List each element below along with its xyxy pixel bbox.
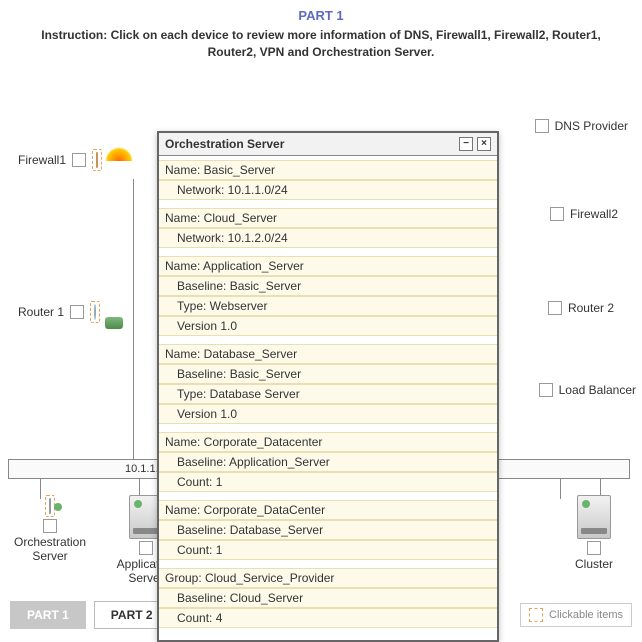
router1-icon-wrap[interactable]	[90, 301, 100, 323]
router2-label: Router 2	[568, 301, 614, 315]
popup-title-text: Orchestration Server	[165, 137, 284, 151]
firewall-icon	[96, 152, 98, 168]
firewall2-checkbox[interactable]	[550, 207, 564, 221]
server-icon	[49, 498, 51, 514]
popup-row: Count: 1	[159, 472, 497, 492]
popup-row-title: Group: Cloud_Service_Provider	[159, 568, 497, 588]
firewall1-checkbox[interactable]	[72, 153, 86, 167]
popup-body: Name: Basic_ServerNetwork: 10.1.1.0/24 Na…	[159, 156, 497, 640]
legend-label: Clickable items	[549, 609, 623, 621]
instruction-text: Instruction: Click on each device to rev…	[0, 23, 642, 69]
device-loadbalancer[interactable]: Load Balancer	[539, 383, 636, 397]
popup-row: Baseline: Database_Server	[159, 520, 497, 540]
popup-row: Baseline: Application_Server	[159, 452, 497, 472]
popup-row: Version 1.0	[159, 316, 497, 336]
popup-row: Baseline: Basic_Server	[159, 364, 497, 384]
firewall1-icon-wrap[interactable]	[92, 149, 102, 171]
popup-row: Type: Database Server	[159, 384, 497, 404]
popup-row: Network: 10.1.2.0/24	[159, 228, 497, 248]
cluster-label: Cluster	[575, 557, 613, 571]
device-firewall2[interactable]: Firewall2	[550, 207, 618, 221]
legend-clickable: Clickable items	[520, 603, 632, 627]
close-button[interactable]: ×	[477, 137, 491, 151]
dns-label: DNS Provider	[555, 119, 628, 133]
device-firewall1[interactable]: Firewall1	[18, 149, 102, 171]
popup-row: Count: 1	[159, 540, 497, 560]
network-diagram: Firewall1 DNS Provider Firewall2 Router …	[0, 69, 642, 599]
router2-checkbox[interactable]	[548, 301, 562, 315]
popup-row: Type: Webserver	[159, 296, 497, 316]
app-checkbox[interactable]	[139, 541, 153, 555]
popup-window[interactable]: Orchestration Server − × Name: Basic_Ser…	[157, 131, 499, 642]
legend-swatch	[529, 608, 543, 622]
firewall1-label: Firewall1	[18, 153, 66, 167]
connector-line	[133, 179, 134, 469]
popup-row-title: Name: Database_Server	[159, 344, 497, 364]
orch-checkbox[interactable]	[43, 519, 57, 533]
popup-row-title: Name: Basic_Server	[159, 160, 497, 180]
minimize-button[interactable]: −	[459, 137, 473, 151]
popup-row-title: Name: Corporate_Datacenter	[159, 432, 497, 452]
orch-label: Orchestration Server	[14, 535, 86, 563]
server-icon	[577, 495, 611, 539]
device-orchestration[interactable]: Orchestration Server	[14, 495, 86, 563]
device-router1[interactable]: Router 1	[18, 301, 100, 323]
loadbalancer-checkbox[interactable]	[539, 383, 553, 397]
dns-checkbox[interactable]	[535, 119, 549, 133]
popup-row: Count: 4	[159, 608, 497, 628]
popup-row-title: Name: Application_Server	[159, 256, 497, 276]
router1-checkbox[interactable]	[70, 305, 84, 319]
device-dns[interactable]: DNS Provider	[535, 119, 628, 133]
device-cluster[interactable]: Cluster	[564, 495, 624, 571]
router1-label: Router 1	[18, 305, 64, 319]
router-icon	[94, 304, 96, 320]
popup-row-title: Name: Cloud_Server	[159, 208, 497, 228]
popup-row: Network: 10.1.1.0/24	[159, 180, 497, 200]
orch-icon-wrap[interactable]	[45, 495, 55, 517]
cluster-checkbox[interactable]	[587, 541, 601, 555]
device-router2[interactable]: Router 2	[548, 301, 614, 315]
popup-row: Version 1.0	[159, 404, 497, 424]
tab-part1[interactable]: PART 1	[10, 601, 86, 629]
popup-row: Baseline: Cloud_Server	[159, 588, 497, 608]
popup-titlebar[interactable]: Orchestration Server − ×	[159, 133, 497, 156]
popup-row: Baseline: Basic_Server	[159, 276, 497, 296]
part-title: PART 1	[0, 0, 642, 23]
loadbalancer-label: Load Balancer	[559, 383, 636, 397]
popup-row-title: Name: Corporate_DataCenter	[159, 500, 497, 520]
firewall2-label: Firewall2	[570, 207, 618, 221]
